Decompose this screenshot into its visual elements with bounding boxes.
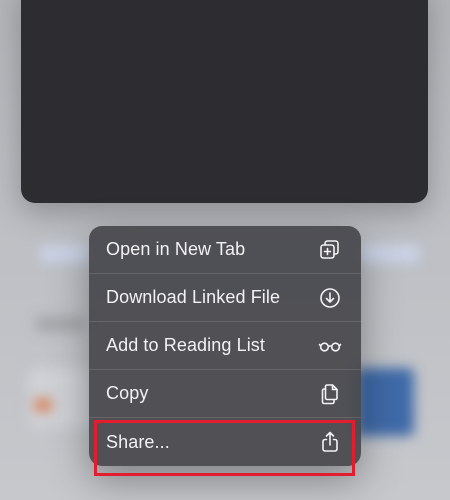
menu-item-copy[interactable]: Copy xyxy=(89,370,361,418)
menu-item-label: Open in New Tab xyxy=(106,239,246,259)
link-preview-card xyxy=(21,0,428,203)
menu-item-add-to-reading-list[interactable]: Add to Reading List xyxy=(89,322,361,370)
background-orange-blur xyxy=(34,398,52,412)
share-icon xyxy=(318,430,342,454)
download-icon xyxy=(318,286,342,310)
background-link-blur xyxy=(40,245,90,263)
menu-item-label: Download Linked File xyxy=(106,287,281,307)
background-text-blur xyxy=(35,316,85,332)
glasses-icon xyxy=(318,334,342,358)
menu-item-share[interactable]: Share... xyxy=(89,418,361,466)
context-menu: Open in New Tab Download Linked File Add… xyxy=(89,226,361,466)
menu-item-download-linked-file[interactable]: Download Linked File xyxy=(89,274,361,322)
new-tab-icon xyxy=(318,238,342,262)
background-image-blur-right xyxy=(356,368,414,436)
copy-icon xyxy=(318,382,342,406)
menu-item-label: Copy xyxy=(106,383,149,403)
menu-item-label: Share... xyxy=(106,431,170,452)
menu-item-label: Add to Reading List xyxy=(106,335,266,355)
background-link-blur-right xyxy=(360,245,420,263)
menu-item-open-in-new-tab[interactable]: Open in New Tab xyxy=(89,226,361,274)
